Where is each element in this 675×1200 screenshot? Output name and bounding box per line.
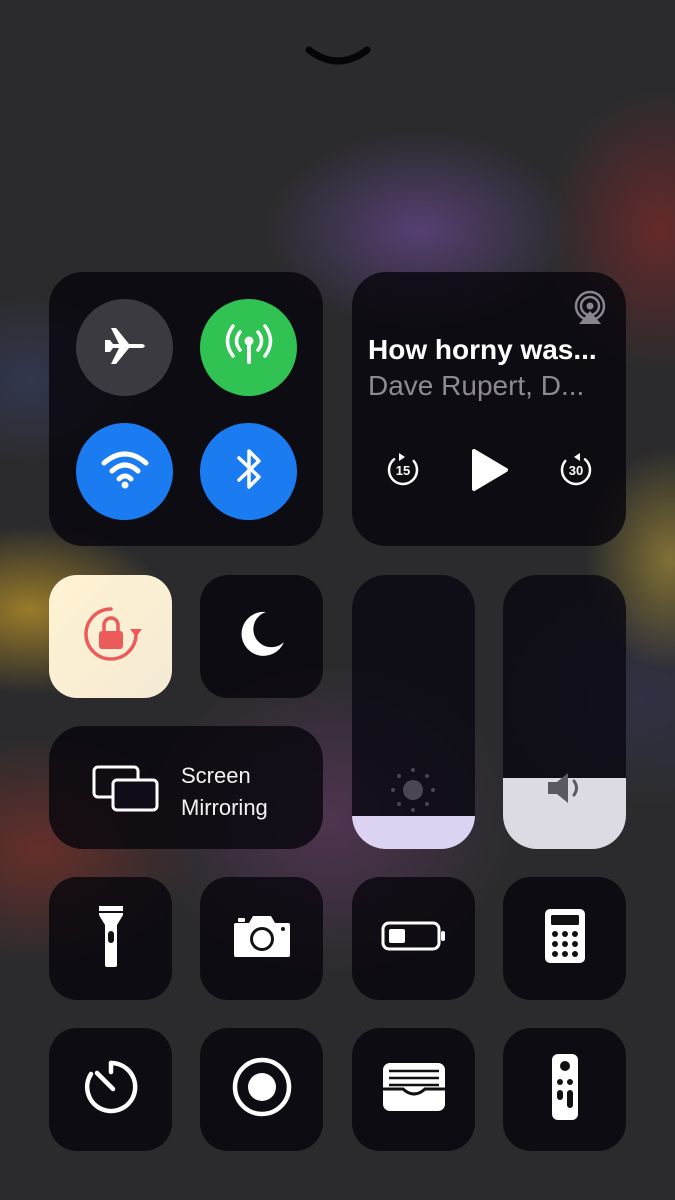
skip-forward-30-button[interactable]: 30 [557,451,595,489]
low-power-battery-icon [381,921,447,956]
moon-icon [236,608,288,665]
screen-recording-button[interactable] [200,1028,323,1151]
now-playing-subtitle: Dave Rupert, D... [368,370,585,401]
low-power-mode-button[interactable] [352,877,475,1000]
skip-forward-label: 30 [568,462,584,478]
bluetooth-icon [232,444,266,499]
wifi-toggle[interactable] [76,423,173,520]
apple-tv-remote-button[interactable] [503,1028,626,1151]
airplay-audio-icon[interactable] [572,290,608,326]
brightness-slider[interactable] [352,575,475,849]
timer-button[interactable] [49,1028,172,1151]
calculator-icon [543,907,587,970]
flashlight-icon [96,903,126,974]
screen-record-icon [231,1056,293,1123]
cellular-antenna-icon [224,320,274,375]
wallet-icon [381,1061,447,1118]
connectivity-module [49,272,323,546]
camera-icon [232,913,292,964]
screen-mirroring-button[interactable]: Screen Mirroring [49,726,323,849]
screen-mirroring-label-line2: Mirroring [181,795,268,820]
flashlight-button[interactable] [49,877,172,1000]
screen-mirroring-label: Screen Mirroring [181,760,268,824]
do-not-disturb-toggle[interactable] [200,575,323,698]
screen-mirroring-icon [91,764,161,814]
apple-tv-remote-icon [550,1052,580,1127]
brightness-slider-fill [352,816,475,849]
wifi-icon [100,449,150,494]
camera-button[interactable] [200,877,323,1000]
skip-back-label: 15 [395,462,411,478]
timer-icon [81,1057,141,1122]
calculator-button[interactable] [503,877,626,1000]
volume-slider[interactable] [503,575,626,849]
airplane-icon [103,323,147,372]
cellular-data-toggle[interactable] [200,299,297,396]
bluetooth-toggle[interactable] [200,423,297,520]
orientation-lock-toggle[interactable] [49,575,172,698]
sun-icon [388,765,438,815]
chevron-down-icon[interactable] [303,42,373,72]
now-playing-module[interactable]: How horny was... Dave Rupert, D... 15 30 [352,272,626,546]
now-playing-title: How horny was... [368,334,597,365]
orientation-lock-icon [78,601,144,672]
wallet-button[interactable] [352,1028,475,1151]
skip-back-15-button[interactable]: 15 [384,451,422,489]
speaker-icon [546,770,586,806]
airplane-mode-toggle[interactable] [76,299,173,396]
screen-mirroring-label-line1: Screen [181,763,251,788]
play-icon[interactable] [470,447,510,493]
